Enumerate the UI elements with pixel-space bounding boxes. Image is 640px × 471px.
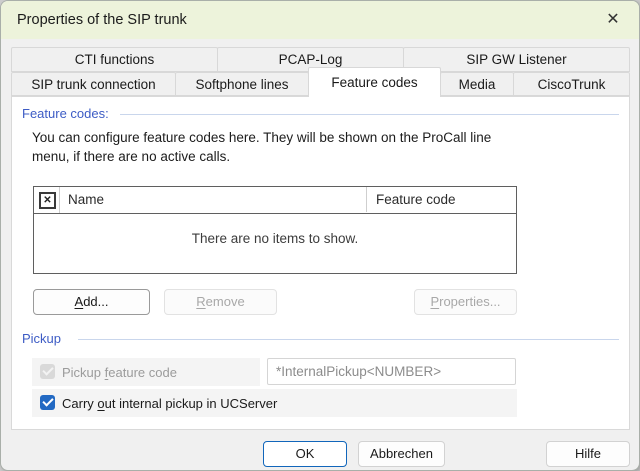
window-title: Properties of the SIP trunk (17, 1, 187, 39)
pickup-group-rule (78, 339, 619, 340)
column-header-name[interactable]: Name (60, 187, 367, 212)
ok-button[interactable]: OK (263, 441, 347, 467)
description-line-1: You can configure feature codes here. Th… (32, 128, 491, 147)
tab-softphone-lines[interactable]: Softphone lines (175, 72, 309, 96)
tab-sip-trunk-connection[interactable]: SIP trunk connection (11, 72, 176, 96)
remove-button[interactable]: Remove (164, 289, 277, 315)
column-header-feature-code[interactable]: Feature code (368, 187, 516, 212)
list-empty-message: There are no items to show. (34, 231, 516, 246)
pickup-feature-code-checkbox[interactable] (40, 364, 55, 379)
help-button[interactable]: Hilfe (546, 441, 630, 467)
feature-codes-list: ✕ Name Feature code There are no items t… (33, 186, 517, 274)
feature-codes-group-label: Feature codes: (22, 106, 109, 121)
select-all-cell: ✕ (34, 187, 60, 213)
select-all-checkbox-icon[interactable]: ✕ (39, 192, 56, 209)
tab-feature-codes[interactable]: Feature codes (308, 67, 441, 97)
list-header: ✕ Name Feature code (34, 187, 516, 214)
feature-codes-tab-panel: Feature codes: You can configure feature… (11, 96, 630, 430)
description-line-2: menu, if there are no active calls. (32, 147, 491, 166)
properties-button[interactable]: Properties... (414, 289, 517, 315)
pickup-feature-code-input[interactable] (267, 358, 516, 385)
internal-pickup-checkbox[interactable] (40, 395, 55, 410)
check-icon (42, 364, 53, 375)
internal-pickup-label: Carry out internal pickup in UCServer (62, 396, 277, 411)
feature-codes-description: You can configure feature codes here. Th… (32, 128, 491, 166)
cancel-button[interactable]: Abbrechen (358, 441, 445, 467)
tab-cti-functions[interactable]: CTI functions (11, 47, 218, 72)
pickup-group-label: Pickup (22, 331, 61, 346)
feature-codes-group-rule (120, 114, 619, 115)
tab-media[interactable]: Media (440, 72, 514, 96)
check-icon (42, 395, 53, 406)
pickup-feature-code-label: Pickup feature code (62, 365, 177, 380)
tab-ciscotrunk[interactable]: CiscoTrunk (513, 72, 630, 96)
add-button[interactable]: Add... (33, 289, 150, 315)
title-bar: Properties of the SIP trunk ✕ (1, 1, 639, 39)
sip-trunk-properties-dialog: Properties of the SIP trunk ✕ CTI functi… (0, 0, 640, 471)
close-icon[interactable]: ✕ (599, 8, 627, 32)
